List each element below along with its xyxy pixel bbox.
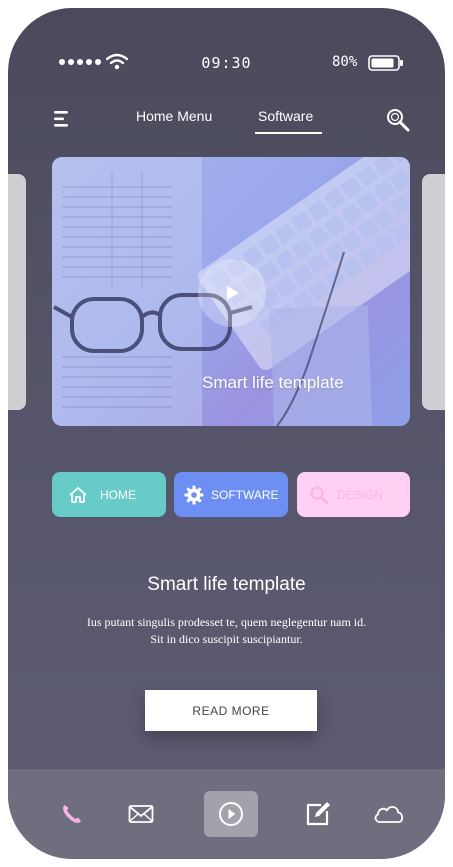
content-body-line-2: Sit in dico suscipit suscipiantur. bbox=[150, 632, 303, 646]
carousel-next-card[interactable] bbox=[422, 174, 445, 410]
category-home-label: HOME bbox=[100, 487, 136, 502]
hamburger-menu-icon[interactable] bbox=[52, 110, 72, 128]
content-body-line-1: Ius putant singulis prodesset te, quem n… bbox=[86, 615, 367, 629]
edit-icon bbox=[306, 802, 330, 826]
mail-icon bbox=[128, 805, 154, 823]
category-software-label: SOFTWARE bbox=[211, 487, 279, 502]
tab-phone[interactable] bbox=[45, 791, 99, 837]
category-design-button[interactable]: DESIGN bbox=[297, 472, 410, 517]
home-icon bbox=[68, 486, 88, 504]
phone-icon bbox=[63, 805, 81, 823]
hero-banner[interactable]: Smart life template bbox=[52, 157, 410, 426]
tab-play[interactable] bbox=[204, 791, 258, 837]
gear-icon bbox=[184, 485, 204, 505]
category-design-label: DESIGN bbox=[337, 487, 384, 502]
content-title: Smart life template bbox=[147, 574, 306, 595]
tab-cloud[interactable] bbox=[362, 791, 416, 837]
content-body: Ius putant singulis prodesset te, quem n… bbox=[48, 614, 405, 648]
tab-mail[interactable] bbox=[114, 791, 168, 837]
category-buttons: HOME SOFTWARE DESIGN bbox=[52, 472, 410, 517]
bottom-tab-bar bbox=[8, 769, 445, 859]
play-video-button[interactable] bbox=[198, 259, 266, 327]
phone-frame: 09:30 80% Home Menu Software Smart life … bbox=[8, 8, 445, 859]
nav-software[interactable]: Software bbox=[258, 108, 313, 124]
carousel-prev-card[interactable] bbox=[8, 174, 26, 410]
battery-icon bbox=[368, 55, 403, 71]
cloud-icon bbox=[374, 806, 404, 823]
search-icon[interactable] bbox=[385, 107, 411, 133]
battery-percent: 80% bbox=[332, 54, 358, 70]
tab-edit[interactable] bbox=[291, 791, 345, 837]
read-more-button[interactable]: READ MORE bbox=[145, 690, 317, 731]
play-icon bbox=[219, 802, 243, 826]
category-software-button[interactable]: SOFTWARE bbox=[174, 472, 288, 517]
active-nav-indicator bbox=[255, 132, 322, 134]
top-nav: Home Menu Software bbox=[8, 106, 445, 142]
search-icon bbox=[309, 485, 329, 505]
status-bar: 09:30 80% bbox=[8, 8, 445, 118]
play-icon bbox=[227, 286, 239, 300]
category-home-button[interactable]: HOME bbox=[52, 472, 166, 517]
nav-home-menu[interactable]: Home Menu bbox=[136, 108, 212, 124]
hero-caption: Smart life template bbox=[202, 373, 344, 392]
